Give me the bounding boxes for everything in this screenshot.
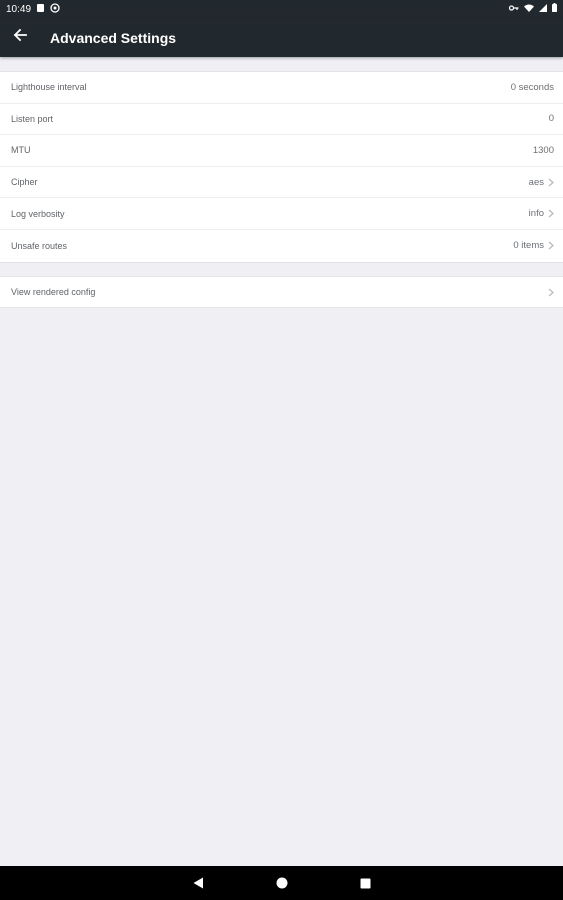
setting-label: MTU (11, 145, 31, 156)
page-title: Advanced Settings (50, 29, 177, 46)
app-bar: Advanced Settings (0, 18, 563, 57)
setting-value: 0 (548, 113, 554, 125)
square-recents-icon[interactable] (360, 878, 371, 889)
vpn-key-icon (508, 4, 519, 15)
setting-row-listen-port[interactable]: Listen port 0 (0, 104, 563, 136)
setting-value: 1300 (532, 144, 554, 156)
chevron-right-icon (548, 209, 554, 218)
signal-icon (539, 3, 547, 15)
setting-row-lighthouse-interval[interactable]: Lighthouse interval 0 seconds (0, 72, 563, 104)
setting-value: info (528, 208, 544, 220)
at-sign-icon (50, 2, 60, 16)
chevron-right-icon (548, 178, 554, 187)
config-group: View rendered config (0, 276, 563, 308)
status-time: 10:49 (6, 3, 32, 15)
wifi-icon (524, 4, 534, 15)
battery-icon (552, 3, 557, 15)
circle-home-icon[interactable] (276, 877, 288, 889)
setting-label: Lighthouse interval (11, 82, 87, 93)
setting-value: 0 seconds (510, 81, 554, 93)
setting-label: Unsafe routes (11, 240, 68, 251)
config-label: View rendered config (11, 287, 96, 297)
setting-label: Cipher (11, 177, 38, 188)
setting-row-unsafe-routes[interactable]: Unsafe routes 0 items (0, 230, 563, 262)
setting-row-log-verbosity[interactable]: Log verbosity info (0, 198, 563, 230)
notification-icon (36, 3, 45, 16)
setting-row-cipher[interactable]: Cipher aes (0, 167, 563, 199)
status-bar: 10:49 (0, 0, 563, 18)
system-nav-bar (0, 866, 563, 900)
chevron-right-icon (548, 288, 554, 297)
back-button[interactable] (0, 18, 40, 57)
arrow-back-icon (13, 28, 27, 47)
setting-value: aes (528, 176, 544, 188)
setting-label: Listen port (11, 113, 54, 124)
chevron-right-icon (548, 241, 554, 250)
settings-list: Lighthouse interval 0 seconds Listen por… (0, 71, 563, 263)
view-rendered-config-row[interactable]: View rendered config (0, 277, 563, 307)
triangle-back-icon[interactable] (193, 877, 204, 889)
setting-label: Log verbosity (11, 208, 65, 219)
setting-value: 0 items (513, 240, 544, 252)
setting-row-mtu[interactable]: MTU 1300 (0, 135, 563, 167)
